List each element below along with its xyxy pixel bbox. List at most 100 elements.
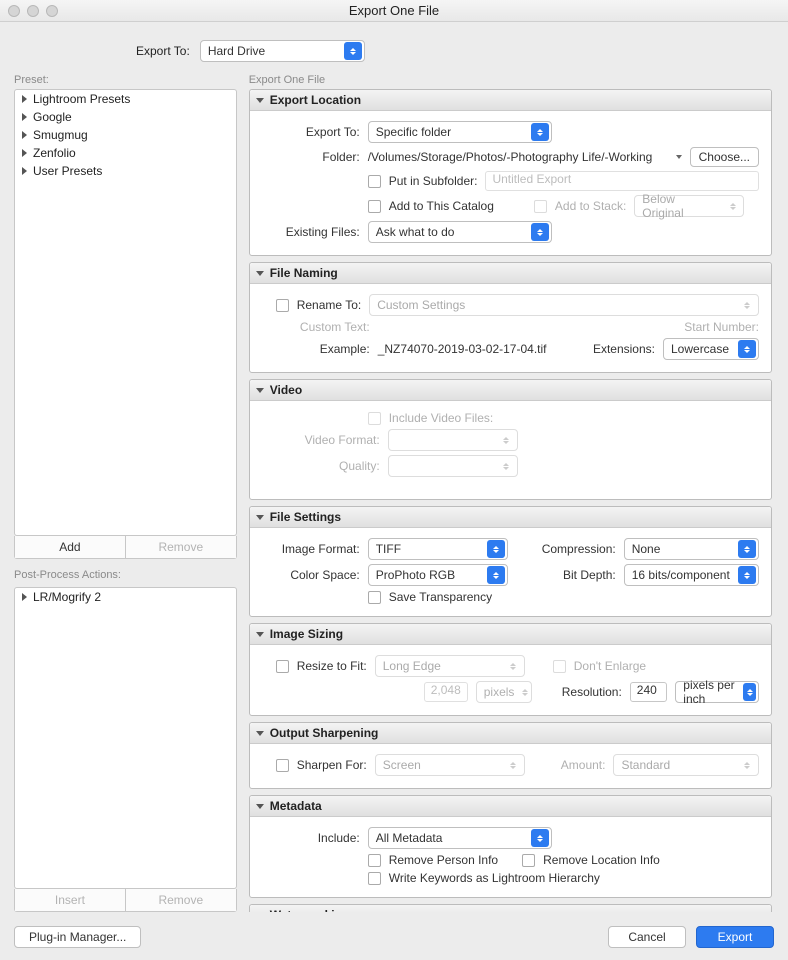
section-header[interactable]: Output Sharpening [250, 723, 771, 744]
extensions-select[interactable]: Lowercase [663, 338, 759, 360]
rename-to-checkbox[interactable] [276, 299, 289, 312]
select-value: Lowercase [671, 342, 729, 356]
put-in-subfolder-checkbox[interactable] [368, 175, 381, 188]
select-value: Screen [383, 758, 421, 772]
resolution-unit-select[interactable]: pixels per inch [675, 681, 759, 703]
preset-item[interactable]: Google [15, 108, 236, 126]
color-space-select[interactable]: ProPhoto RGB [368, 564, 508, 586]
sharpen-for-select: Screen [375, 754, 525, 776]
preset-list[interactable]: Lightroom Presets Google Smugmug Zenfoli… [14, 89, 237, 536]
image-format-select[interactable]: TIFF [368, 538, 508, 560]
folder-path: /Volumes/Storage/Photos/-Photography Lif… [368, 150, 668, 164]
select-value: 16 bits/component [632, 568, 730, 582]
write-keywords-checkbox[interactable] [368, 872, 381, 885]
folder-recent-dropdown[interactable] [676, 155, 682, 159]
remove-preset-button: Remove [126, 536, 236, 558]
section-image-sizing: Image Sizing Resize to Fit: Long Edge [249, 623, 772, 716]
plugin-manager-button[interactable]: Plug-in Manager... [14, 926, 141, 948]
folder-label: Folder: [262, 150, 360, 164]
remove-location-checkbox[interactable] [522, 854, 535, 867]
caret-down-icon [676, 155, 682, 159]
include-select[interactable]: All Metadata [368, 827, 552, 849]
select-value: pixels [484, 685, 515, 699]
section-video: Video Include Video Files: Video Format: [249, 379, 772, 500]
chevron-right-icon [22, 167, 27, 175]
chevron-updown-icon [504, 657, 522, 675]
chevron-right-icon [22, 113, 27, 121]
choose-folder-button[interactable]: Choose... [690, 147, 759, 167]
section-header[interactable]: Watermarking [250, 905, 771, 912]
section-header[interactable]: Image Sizing [250, 624, 771, 645]
preset-item[interactable]: User Presets [15, 162, 236, 180]
preset-item[interactable]: Smugmug [15, 126, 236, 144]
remove-person-checkbox[interactable] [368, 854, 381, 867]
example-value: _NZ74070-2019-03-02-17-04.tif [378, 342, 585, 356]
resize-checkbox[interactable] [276, 660, 289, 673]
compression-select[interactable]: None [624, 538, 759, 560]
minimize-icon[interactable] [27, 5, 39, 17]
select-value: Long Edge [383, 659, 441, 673]
chevron-updown-icon [344, 42, 362, 60]
section-title: Output Sharpening [270, 726, 379, 740]
rename-to-label: Rename To: [297, 298, 361, 312]
chevron-down-icon [256, 388, 264, 393]
bit-depth-label: Bit Depth: [516, 568, 616, 582]
px-unit-select: pixels [476, 681, 532, 703]
below-original-select: Below Original [634, 195, 744, 217]
video-format-label: Video Format: [262, 433, 380, 447]
preset-label: Lightroom Presets [33, 92, 130, 106]
preset-item[interactable]: Lightroom Presets [15, 90, 236, 108]
compression-label: Compression: [516, 542, 616, 556]
export-to-label: Export To: [136, 44, 190, 58]
chevron-updown-icon [497, 457, 515, 475]
bit-depth-select[interactable]: 16 bits/component [624, 564, 759, 586]
resolution-input[interactable]: 240 [630, 682, 668, 702]
section-title: File Settings [270, 510, 341, 524]
put-in-subfolder-label: Put in Subfolder: [389, 174, 478, 188]
select-value: TIFF [376, 542, 401, 556]
chevron-updown-icon [738, 296, 756, 314]
export-to-folder-select[interactable]: Specific folder [368, 121, 552, 143]
save-transparency-checkbox[interactable] [368, 591, 381, 604]
section-header[interactable]: Metadata [250, 796, 771, 817]
post-process-heading: Post-Process Actions: [14, 569, 237, 581]
export-to-select[interactable]: Hard Drive [200, 40, 365, 62]
export-to-label: Export To: [262, 125, 360, 139]
include-video-checkbox [368, 412, 381, 425]
post-process-list[interactable]: LR/Mogrify 2 [14, 587, 237, 889]
zoom-icon[interactable] [46, 5, 58, 17]
existing-files-select[interactable]: Ask what to do [368, 221, 552, 243]
add-preset-button[interactable]: Add [15, 536, 126, 558]
chevron-updown-icon [738, 566, 756, 584]
chevron-updown-icon [531, 123, 549, 141]
section-header[interactable]: Export Location [250, 90, 771, 111]
section-header[interactable]: File Settings [250, 507, 771, 528]
chevron-updown-icon [738, 340, 756, 358]
add-to-catalog-checkbox[interactable] [368, 200, 381, 213]
select-value: All Metadata [376, 831, 443, 845]
section-header[interactable]: Video [250, 380, 771, 401]
preset-label: Google [33, 110, 72, 124]
amount-label: Amount: [561, 758, 606, 772]
post-process-buttons: Insert Remove [14, 889, 237, 912]
post-process-item[interactable]: LR/Mogrify 2 [15, 588, 236, 606]
cancel-button[interactable]: Cancel [608, 926, 686, 948]
chevron-updown-icon [531, 223, 549, 241]
titlebar: Export One File [0, 0, 788, 22]
preset-item[interactable]: Zenfolio [15, 144, 236, 162]
subfolder-input: Untitled Export [485, 171, 759, 191]
section-title: Video [270, 383, 302, 397]
select-value: ProPhoto RGB [376, 568, 455, 582]
chevron-right-icon [22, 593, 27, 601]
insert-button: Insert [15, 889, 126, 911]
sharpen-checkbox[interactable] [276, 759, 289, 772]
section-title: File Naming [270, 266, 338, 280]
chevron-updown-icon [738, 756, 756, 774]
select-value: Standard [621, 758, 670, 772]
section-header[interactable]: File Naming [250, 263, 771, 284]
export-button[interactable]: Export [696, 926, 774, 948]
section-title: Export Location [270, 93, 361, 107]
sharpen-for-label: Sharpen For: [297, 758, 367, 772]
section-file-naming: File Naming Rename To: Custom Settings [249, 262, 772, 373]
close-icon[interactable] [8, 5, 20, 17]
